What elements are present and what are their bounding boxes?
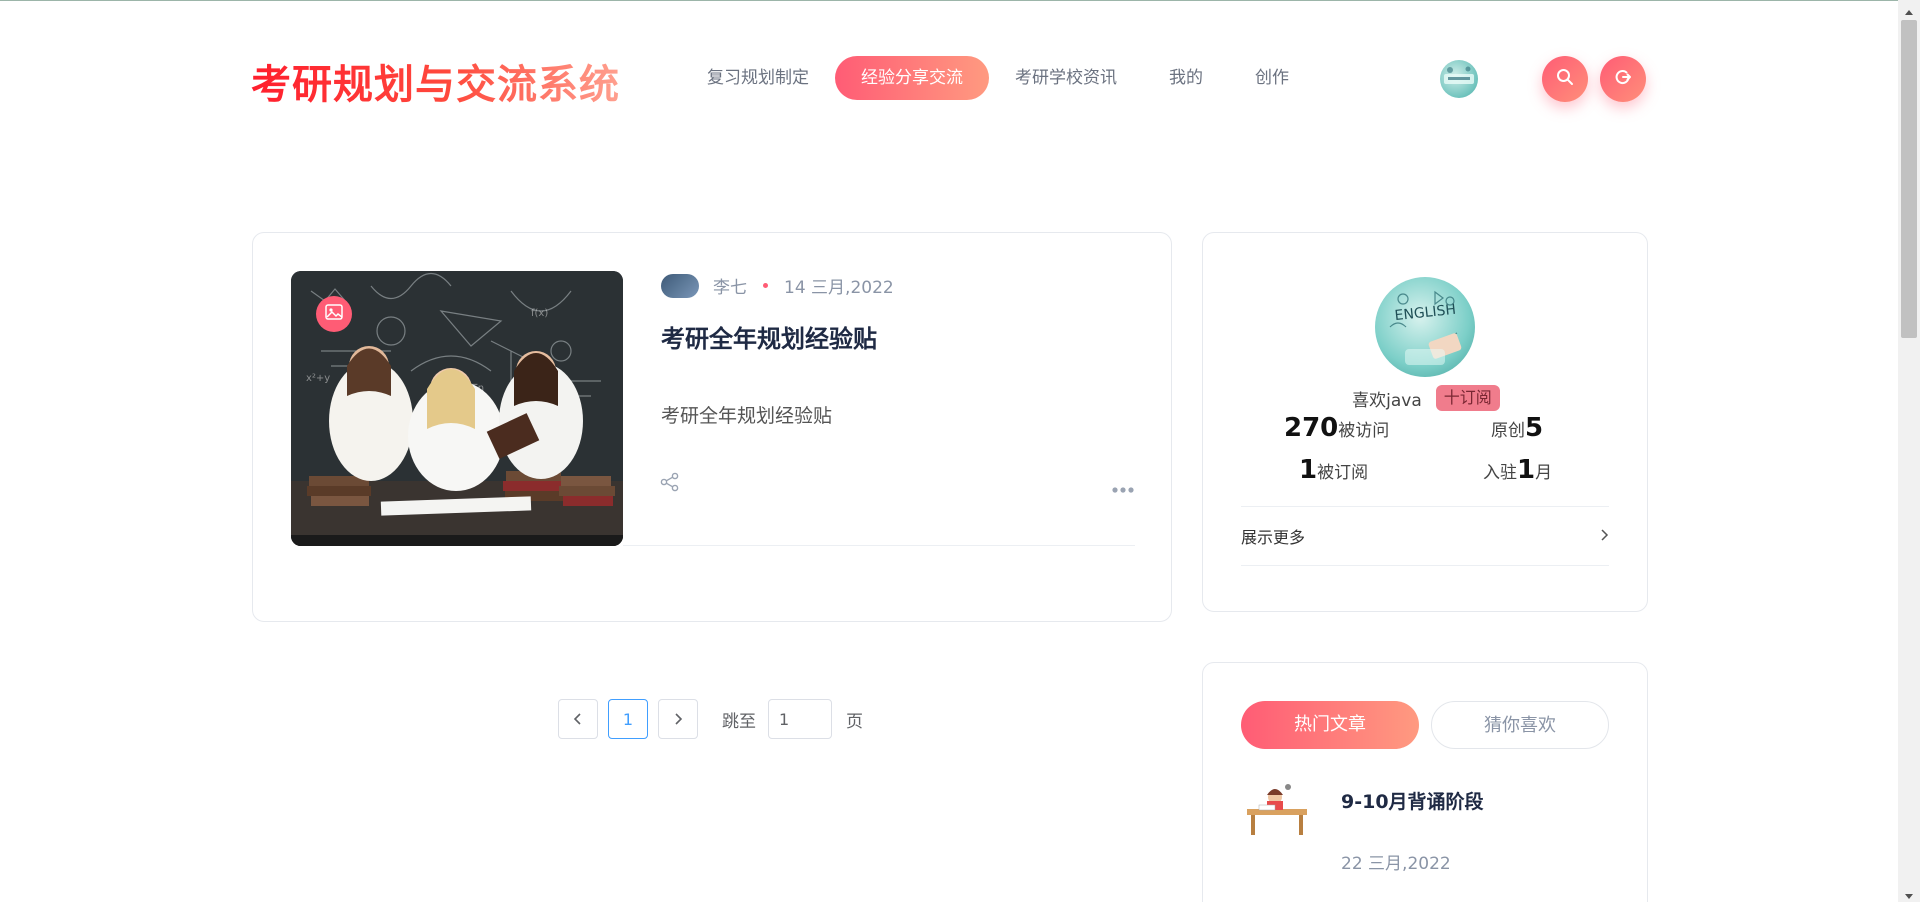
tab-hot-articles[interactable]: 热门文章 bbox=[1241, 701, 1419, 749]
hot-article-date: 22 三月,2022 bbox=[1341, 854, 1451, 874]
stat-joined-value: 1 bbox=[1517, 455, 1536, 485]
page-suffix-label: 页 bbox=[846, 711, 863, 732]
next-page-button[interactable] bbox=[658, 699, 698, 739]
nav-item-school-news[interactable]: 考研学校资讯 bbox=[989, 56, 1143, 100]
triangle-down-icon bbox=[1905, 884, 1913, 902]
main-nav: 复习规划制定 经验分享交流 考研学校资讯 我的 创作 bbox=[681, 56, 1315, 100]
hot-article-thumbnail[interactable] bbox=[1241, 781, 1313, 837]
jump-page-input[interactable] bbox=[768, 699, 832, 739]
logout-button[interactable] bbox=[1600, 56, 1646, 102]
author-avatar[interactable] bbox=[661, 273, 699, 298]
user-avatar[interactable] bbox=[1440, 60, 1478, 98]
stat-joined: 入驻1月 bbox=[1483, 455, 1552, 485]
stat-original-label: 原创 bbox=[1491, 421, 1525, 441]
post-thumbnail[interactable]: x²+y f(x) ∑n bbox=[291, 271, 623, 546]
profile-name-row: 喜欢java 十订阅 bbox=[1203, 385, 1649, 411]
image-icon bbox=[325, 304, 343, 324]
nav-item-create[interactable]: 创作 bbox=[1229, 56, 1315, 100]
scroll-up-arrow[interactable] bbox=[1898, 0, 1920, 18]
chevron-left-icon bbox=[573, 710, 583, 729]
profile-avatar[interactable]: ENGLISH bbox=[1375, 277, 1475, 377]
stat-subscribed-label: 被订阅 bbox=[1317, 463, 1369, 483]
search-icon bbox=[1555, 67, 1575, 91]
prev-page-button[interactable] bbox=[558, 699, 598, 739]
chevron-right-icon bbox=[1599, 527, 1609, 546]
scrollbar-thumb[interactable] bbox=[1901, 20, 1917, 338]
stat-joined-suffix: 月 bbox=[1535, 463, 1553, 483]
post-meta: 李七 14 三月,2022 bbox=[661, 273, 894, 298]
svg-text:x²+y: x²+y bbox=[306, 373, 330, 384]
post-summary: 考研全年规划经验贴 bbox=[661, 405, 833, 427]
triangle-up-icon bbox=[1905, 0, 1913, 19]
stat-original: 原创5 bbox=[1491, 413, 1543, 443]
page-number-current[interactable]: 1 bbox=[608, 699, 648, 739]
profile-name[interactable]: 喜欢java bbox=[1352, 386, 1422, 411]
stat-subscribed: 1被订阅 bbox=[1299, 455, 1368, 485]
stat-original-value: 5 bbox=[1525, 413, 1544, 443]
site-logo[interactable]: 考研规划与交流系统 bbox=[251, 52, 620, 110]
nav-item-mine[interactable]: 我的 bbox=[1143, 56, 1229, 100]
stat-visits-label: 被访问 bbox=[1338, 421, 1390, 441]
post-divider bbox=[623, 545, 1135, 546]
hot-article-title[interactable]: 9-10月背诵阶段 bbox=[1341, 787, 1484, 814]
author-profile-card: ENGLISH 喜欢java 十订阅 270被访问 原创5 1被订阅 入驻1月 … bbox=[1202, 232, 1648, 612]
page-scrollbar[interactable] bbox=[1898, 0, 1920, 902]
logout-icon bbox=[1613, 67, 1633, 91]
meta-separator-dot bbox=[763, 283, 768, 288]
tab-guess-you-like[interactable]: 猜你喜欢 bbox=[1431, 701, 1609, 749]
stat-visits: 270被访问 bbox=[1284, 413, 1389, 443]
post-card[interactable]: x²+y f(x) ∑n bbox=[252, 232, 1172, 622]
chevron-right-icon bbox=[673, 710, 683, 729]
share-icon[interactable] bbox=[659, 471, 681, 497]
stat-joined-prefix: 入驻 bbox=[1483, 463, 1517, 483]
scroll-down-arrow[interactable] bbox=[1898, 884, 1920, 902]
post-title[interactable]: 考研全年规划经验贴 bbox=[661, 319, 877, 354]
stat-subscribed-value: 1 bbox=[1299, 455, 1318, 485]
post-author[interactable]: 李七 bbox=[713, 273, 747, 298]
jump-to-label: 跳至 bbox=[722, 711, 756, 732]
search-button[interactable] bbox=[1542, 56, 1588, 102]
nav-item-study-plan[interactable]: 复习规划制定 bbox=[681, 56, 835, 100]
show-more-label: 展示更多 bbox=[1241, 528, 1306, 547]
svg-text:f(x): f(x) bbox=[531, 308, 548, 319]
show-more-row[interactable]: 展示更多 bbox=[1241, 506, 1609, 566]
subscribe-button[interactable]: 十订阅 bbox=[1435, 385, 1500, 411]
more-dots-icon[interactable] bbox=[1111, 479, 1135, 498]
post-date: 14 三月,2022 bbox=[784, 278, 894, 298]
pagination: 1 跳至 页 bbox=[558, 699, 863, 739]
svg-text:ENGLISH: ENGLISH bbox=[1394, 302, 1457, 324]
hot-articles-card: 热门文章 猜你喜欢 9-10月背诵阶段 22 三月,2022 bbox=[1202, 662, 1648, 902]
nav-item-experience-sharing[interactable]: 经验分享交流 bbox=[835, 56, 989, 100]
image-badge bbox=[316, 296, 352, 332]
stat-visits-value: 270 bbox=[1284, 413, 1339, 443]
site-header: 考研规划与交流系统 复习规划制定 经验分享交流 考研学校资讯 我的 创作 bbox=[0, 0, 1898, 140]
